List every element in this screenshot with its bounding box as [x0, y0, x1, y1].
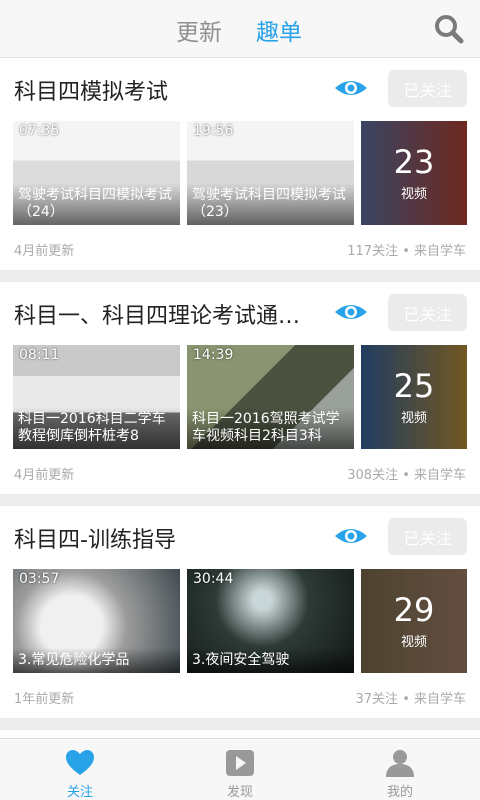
video-caption: 3.夜间安全驾驶: [187, 648, 354, 673]
video-caption: 科目一2016驾照考试学车视频科目2科目3科: [187, 407, 354, 449]
play-icon: [226, 750, 254, 776]
nav-discover-label: 发现: [226, 785, 253, 800]
follow-stats: 308关注 • 来自学车: [347, 468, 466, 483]
tab-updates[interactable]: 更新: [176, 13, 222, 47]
video-duration: 08:11: [19, 347, 60, 363]
nav-profile-label: 我的: [386, 785, 413, 800]
updated-time: 1年前更新: [14, 692, 75, 707]
video-duration: 03:57: [19, 571, 60, 587]
video-duration: 07:35: [19, 123, 60, 139]
collection-title: 科目四-训练指导: [14, 528, 176, 553]
nav-follow-label: 关注: [66, 785, 93, 800]
bottom-nav: 关注 发现 我的: [0, 738, 480, 800]
search-icon[interactable]: [434, 14, 464, 44]
updated-time: 4月前更新: [14, 468, 75, 483]
app-screen: 更新 趣单 科目四模拟考试 已关注 07:35 驾驶考试科目四模拟考试（24） …: [0, 0, 480, 800]
video-thumbnail[interactable]: 08:11 科目一2016科目二学车教程倒库倒杆桩考8: [13, 345, 180, 449]
collection-card[interactable]: 科目四-训练指导 已关注 03:57 3.常见危险化学品 30:44 3.夜间安…: [0, 506, 480, 718]
nav-discover[interactable]: 发现: [160, 739, 320, 800]
video-count-overlay: 25 视频: [361, 345, 467, 449]
updated-time: 4月前更新: [14, 244, 75, 259]
next-card-edge: [0, 730, 480, 738]
video-count: 25: [393, 366, 435, 405]
eye-icon: [335, 305, 367, 319]
user-icon: [386, 750, 414, 777]
video-count-overlay: 29 视频: [361, 569, 467, 673]
video-thumbnail[interactable]: 07:35 驾驶考试科目四模拟考试（24）: [13, 121, 180, 225]
video-caption: 驾驶考试科目四模拟考试（24）: [13, 183, 180, 225]
video-count-tile[interactable]: 29 视频: [361, 569, 467, 673]
eye-icon: [335, 81, 367, 95]
eye-icon: [335, 529, 367, 543]
collection-card[interactable]: 科目一、科目四理论考试通… 已关注 08:11 科目一2016科目二学车教程倒库…: [0, 282, 480, 494]
video-count-overlay: 23 视频: [361, 121, 467, 225]
follow-stats: 117关注 • 来自学车: [347, 244, 466, 259]
video-thumbnail[interactable]: 19:56 驾驶考试科目四模拟考试（23）: [187, 121, 354, 225]
nav-profile[interactable]: 我的: [320, 739, 480, 800]
follow-stats: 37关注 • 来自学车: [355, 692, 466, 707]
video-count-unit: 视频: [400, 410, 427, 426]
video-duration: 14:39: [193, 347, 234, 363]
video-caption: 3.常见危险化学品: [13, 648, 180, 673]
video-count-unit: 视频: [400, 186, 427, 202]
video-duration: 19:56: [193, 123, 234, 139]
video-count-tile[interactable]: 23 视频: [361, 121, 467, 225]
video-caption: 驾驶考试科目四模拟考试（23）: [187, 183, 354, 225]
followed-button[interactable]: 已关注: [388, 294, 467, 331]
collection-title: 科目一、科目四理论考试通…: [14, 304, 301, 329]
top-bar: 更新 趣单: [0, 0, 480, 58]
video-thumbnail[interactable]: 14:39 科目一2016驾照考试学车视频科目2科目3科: [187, 345, 354, 449]
video-caption: 科目一2016科目二学车教程倒库倒杆桩考8: [13, 407, 180, 449]
followed-button[interactable]: 已关注: [388, 518, 467, 555]
video-count-tile[interactable]: 25 视频: [361, 345, 467, 449]
nav-follow[interactable]: 关注: [0, 739, 160, 800]
video-count-unit: 视频: [400, 634, 427, 650]
heart-icon: [66, 750, 94, 775]
video-count: 29: [393, 590, 435, 629]
followed-button[interactable]: 已关注: [388, 70, 467, 107]
video-thumbnail[interactable]: 03:57 3.常见危险化学品: [13, 569, 180, 673]
collection-title: 科目四模拟考试: [14, 80, 169, 105]
collection-card[interactable]: 科目四模拟考试 已关注 07:35 驾驶考试科目四模拟考试（24） 19:56 …: [0, 58, 480, 270]
video-count: 23: [393, 142, 435, 181]
video-thumbnail[interactable]: 30:44 3.夜间安全驾驶: [187, 569, 354, 673]
tab-collections[interactable]: 趣单: [256, 13, 302, 47]
video-duration: 30:44: [193, 571, 234, 587]
